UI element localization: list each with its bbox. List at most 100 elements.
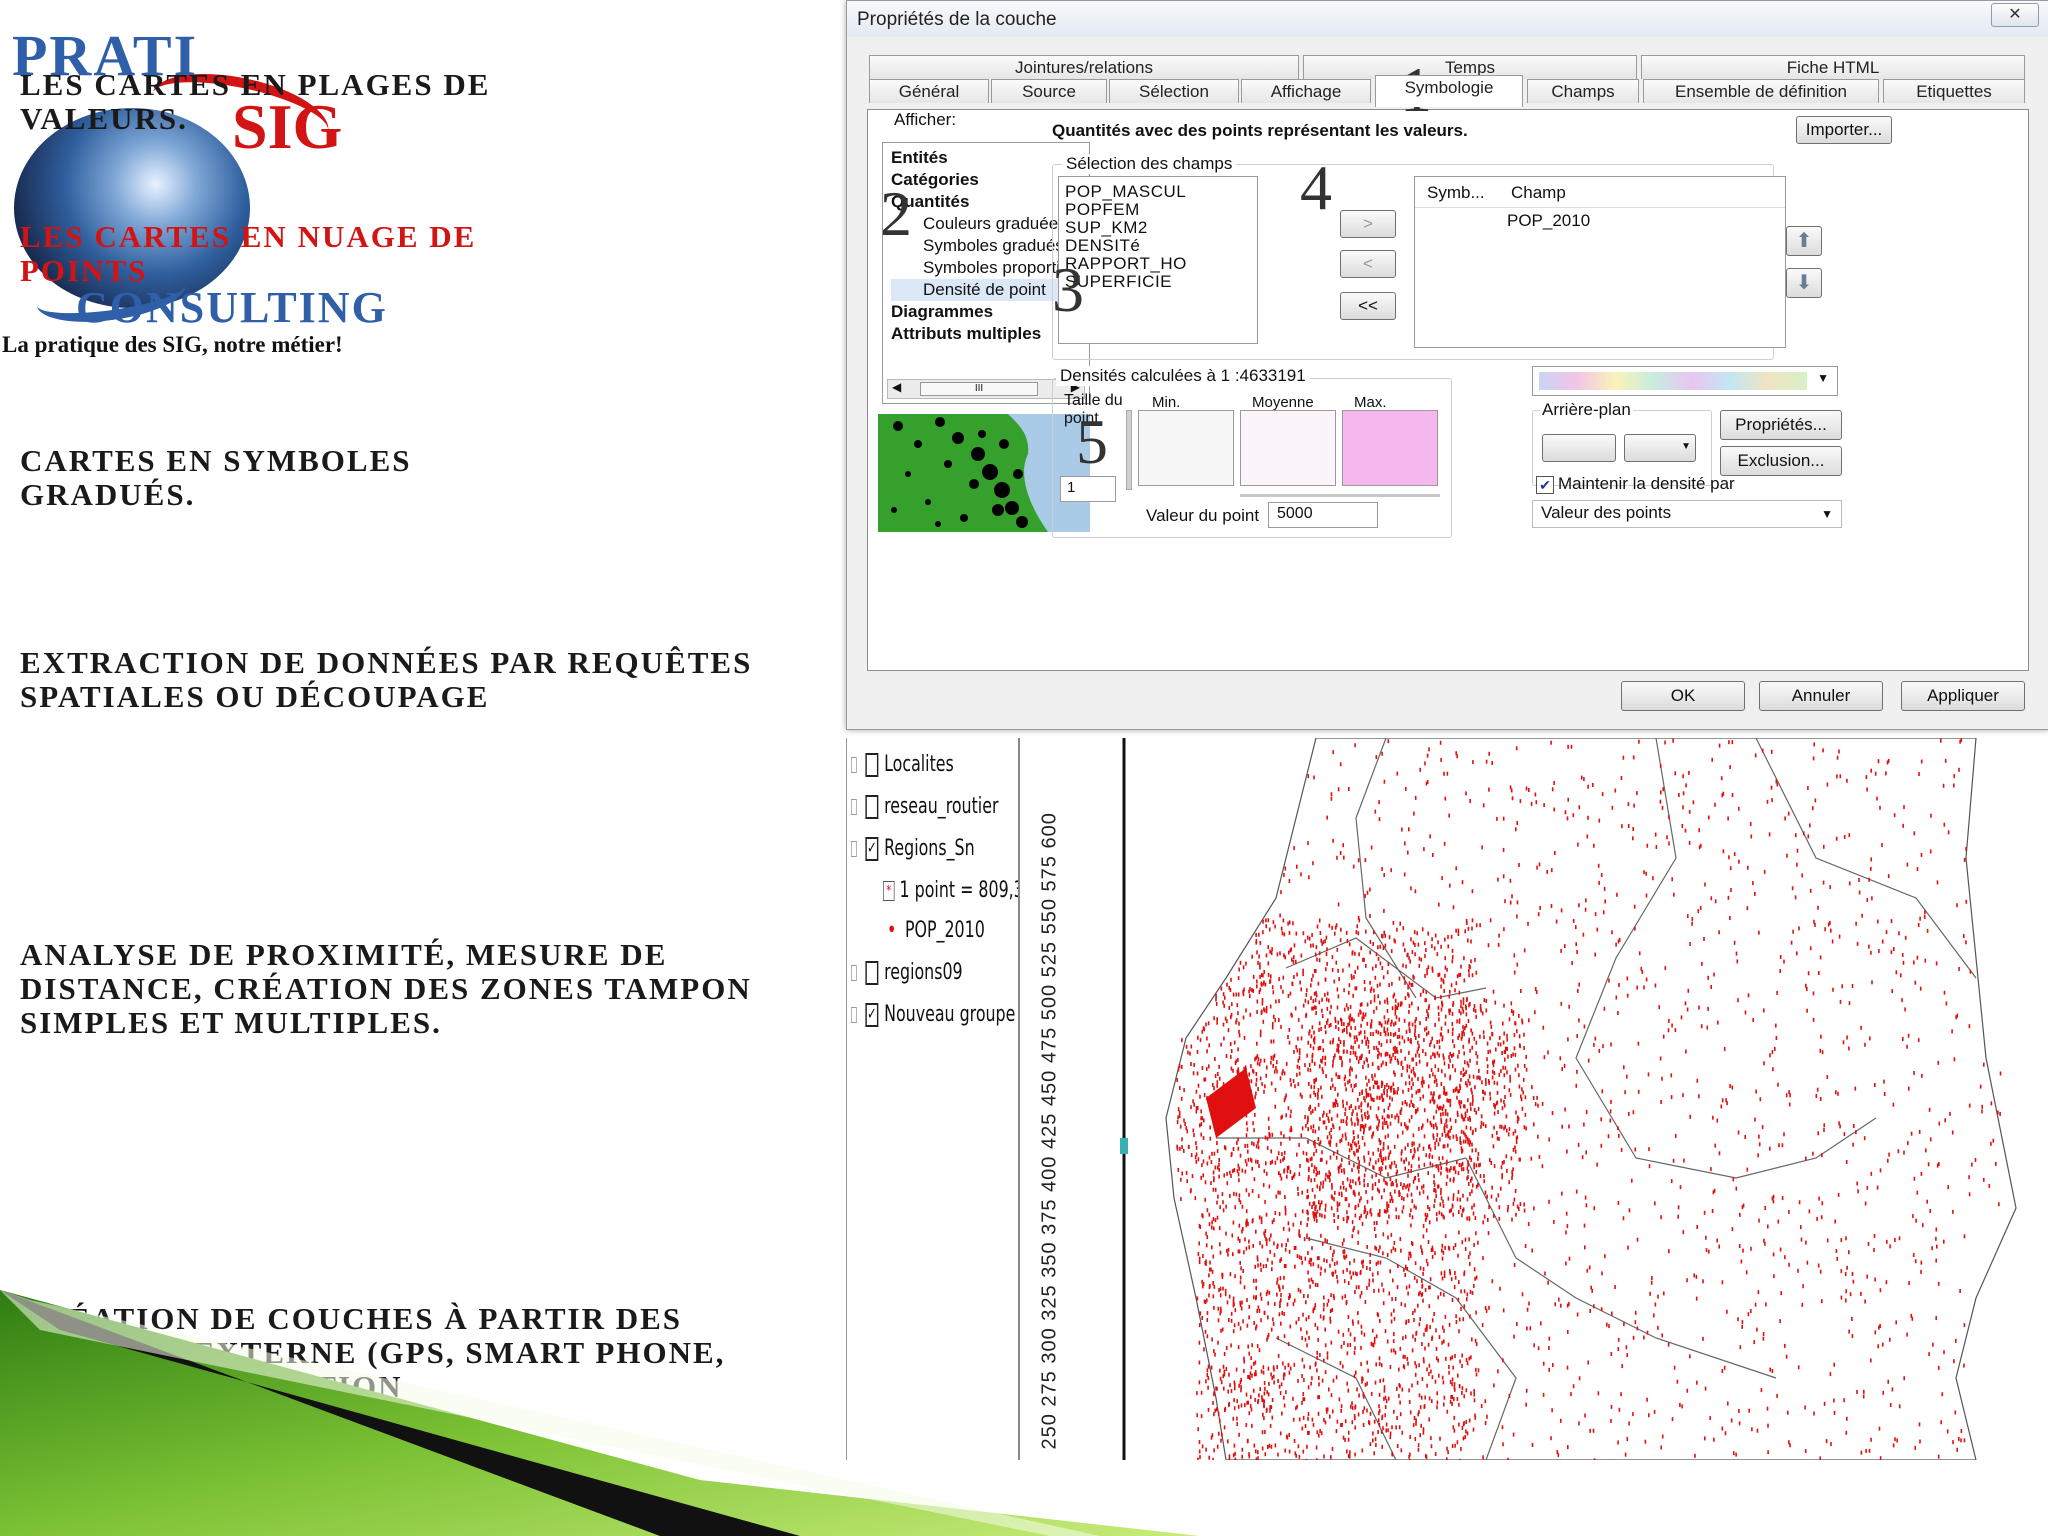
legend-swatch-icon: * [883,881,895,901]
import-button[interactable]: Importer... [1796,116,1892,144]
field-item[interactable]: SUPERFICIE [1065,273,1251,291]
step-number-5: 5 [1076,406,1108,477]
exclusion-button[interactable]: Exclusion... [1720,446,1842,476]
expand-icon[interactable] [851,757,857,773]
properties-button[interactable]: Propriétés... [1720,410,1842,440]
tab-source[interactable]: Source [991,79,1107,103]
tab-etiquettes[interactable]: Etiquettes [1883,79,2025,103]
field-item[interactable]: DENSITé [1065,237,1251,255]
dot-density-map[interactable] [1056,738,2032,1460]
bullet-1: Les cartes en plages de valeurs. [20,67,491,136]
table-row[interactable]: POP_2010 [1415,211,1785,235]
layer-properties-dialog: Propriétés de la couche ✕ Jointures/rela… [846,0,2048,730]
dropdown-arrow-icon: ▼ [1821,507,1833,521]
selected-fields-table[interactable]: Symb... Champ POP_2010 [1414,176,1786,348]
dot-value-label: Valeur du point [1146,506,1260,525]
cancel-button[interactable]: Annuler [1759,681,1883,711]
table-of-contents: Localites reseau_routier ✓ Regions_Sn * 1… [846,738,1044,1460]
layer-checkbox[interactable]: ✓ [865,1003,879,1027]
layer-reseau-routier[interactable]: reseau_routier [851,794,998,819]
preview-max-swatch [1342,410,1438,486]
field-selection-title: Sélection des champs [1062,154,1237,174]
tab-affichage[interactable]: Affichage [1241,79,1371,103]
expand-icon[interactable] [851,965,857,981]
field-item[interactable]: POPFEM [1065,201,1251,219]
field-item[interactable]: POP_MASCUL [1065,183,1251,201]
column-header-field: Champ [1511,183,1566,202]
color-ramp-dropdown[interactable]: ▼ [1532,366,1838,396]
bullet-3: Cartes en symboles gradués. [20,443,412,512]
tab-general[interactable]: Général [869,79,989,103]
legend-field: • POP_2010 [887,918,985,943]
layer-checkbox[interactable] [865,961,879,985]
dot-value-input[interactable]: 5000 [1268,502,1378,528]
maintain-density-value: Valeur des points [1541,503,1672,522]
dropdown-arrow-icon: ▼ [1681,441,1691,452]
vertical-ruler: 250 275 300 325 350 375 400 425 450 475 … [1018,738,1061,1460]
layer-name: regions09 [884,960,963,985]
layer-regions-sn[interactable]: ✓ Regions_Sn [851,836,975,861]
tab-fiche-html[interactable]: Fiche HTML [1641,55,2025,79]
collapse-icon[interactable] [851,841,857,857]
layer-regions09[interactable]: regions09 [851,960,963,985]
scroll-left-icon[interactable]: ◀ [892,380,901,394]
show-label: Afficher: [894,110,957,129]
available-fields-list[interactable]: POP_MASCUL POPFEM SUP_KM2 DENSITé RAPPOR… [1058,176,1258,344]
preview-mean-label: Moyenne [1252,394,1314,411]
layer-checkbox[interactable] [865,753,879,777]
logo-consulting-text: CONSULTING [76,283,388,332]
layer-nouveau-groupe[interactable]: ✓ Nouveau groupe de [851,1002,1040,1027]
step-number-2: 2 [880,178,912,249]
expand-icon[interactable] [851,1007,857,1023]
preview-max-label: Max. [1354,394,1387,411]
dot-size-slider[interactable] [1126,410,1132,490]
apply-button[interactable]: Appliquer [1901,681,2025,711]
layer-checkbox[interactable]: ✓ [865,837,879,861]
layer-name: Localites [884,752,954,777]
tab-champs[interactable]: Champs [1527,79,1639,103]
maintain-density-checkbox[interactable]: ✔ [1536,476,1554,494]
bullet-4: Extraction de données par requêtes spati… [20,645,753,714]
remove-all-fields-button[interactable]: << [1340,292,1396,320]
layer-name: Regions_Sn [884,836,975,861]
dropdown-arrow-icon: ▼ [1817,371,1829,385]
move-down-icon[interactable]: ⬇ [1786,268,1822,298]
bullet-5: Analyse de proximité, mesure de distance… [20,937,752,1040]
preview-min-label: Min. [1152,394,1181,411]
move-up-icon[interactable]: ⬆ [1786,226,1822,256]
preview-mean-swatch [1240,410,1336,486]
density-scale-label: Densités calculées à 1 :4633191 [1056,366,1310,386]
layer-localites[interactable]: Localites [851,752,954,777]
preview-min-swatch [1138,410,1234,486]
background-outline-dropdown[interactable]: ▼ [1624,434,1696,462]
dot-value-slider[interactable] [1240,494,1440,497]
layer-name: Nouveau groupe de [884,1002,1041,1027]
close-button[interactable]: ✕ [1991,3,2039,27]
symbology-panel: Afficher: Quantités avec des points repr… [867,58,2029,671]
column-header-symbol: Symb... [1427,183,1485,202]
tab-selection[interactable]: Sélection [1109,79,1239,103]
maintain-density-select[interactable]: Valeur des points ▼ [1532,500,1842,528]
background-fill-button[interactable] [1542,434,1616,462]
tab-symbologie[interactable]: Symbologie [1375,75,1523,107]
dialog-title: Propriétés de la couche [857,9,1057,30]
field-item[interactable]: SUP_KM2 [1065,219,1251,237]
background-label: Arrière-plan [1540,400,1633,420]
color-ramp-swatch [1539,372,1807,390]
tab-jointures[interactable]: Jointures/relations [869,55,1299,79]
add-field-button[interactable]: > [1340,210,1396,238]
ok-button[interactable]: OK [1621,681,1745,711]
dialog-titlebar: Propriétés de la couche ✕ [847,1,2048,37]
bullet-2: Les cartes en nuage de points [20,219,477,288]
scroll-thumb[interactable]: III [920,382,1038,396]
field-item[interactable]: RAPPORT_HO [1065,255,1251,273]
expand-icon[interactable] [851,799,857,815]
logo-tagline: La pratique des SIG, notre métier! [2,332,343,357]
field-cell: POP_2010 [1507,211,1591,230]
guide-handle[interactable] [1120,1138,1128,1154]
dot-size-input[interactable]: 1 [1060,476,1116,502]
remove-field-button[interactable]: < [1340,250,1396,278]
tab-ensemble-definition[interactable]: Ensemble de définition [1643,79,1879,103]
layer-checkbox[interactable] [865,795,879,819]
legend-label: POP_2010 [904,918,985,943]
